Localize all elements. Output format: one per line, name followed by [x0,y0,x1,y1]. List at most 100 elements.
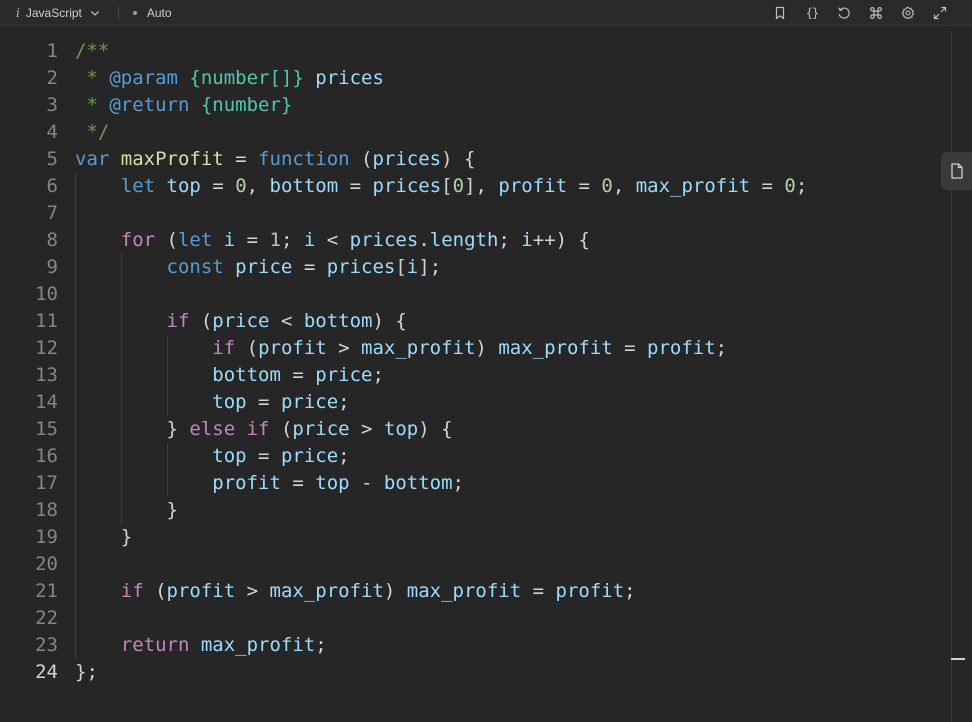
line-number: 4 [46,121,58,143]
code-token: price [212,310,270,332]
code-token: ; [372,364,384,386]
code-line: let top = 0, bottom = prices[0], profit … [75,173,808,200]
code-token: bottom [269,175,339,197]
code-token: , [246,175,270,197]
code-token: ; [624,580,636,602]
line-number: 8 [46,229,58,251]
code-token: > [326,337,362,359]
bookmark-icon [775,6,785,20]
language-selector[interactable]: i JavaScript [16,0,100,26]
code-token: if [212,337,236,359]
code-token: } [75,526,133,548]
dot-icon [132,10,137,15]
code-token: bottom [303,310,373,332]
code-token: price [280,391,339,413]
auto-mode-selector[interactable]: Auto [132,5,172,20]
code-token: @param [109,67,178,89]
code-token: function [258,148,350,170]
editor-scrollbar[interactable] [951,31,972,722]
code-line: return max_profit; [75,632,807,659]
code-token: ( [235,337,259,359]
code-token: if [120,580,144,602]
code-token: < [315,229,350,251]
code-token: prices [372,148,442,170]
code-token: ; [338,391,350,413]
code-token: bottom [383,472,453,494]
code-token: let [177,229,213,251]
code-token: ) [383,580,407,602]
code-token: price [292,418,350,440]
code-line: /** [75,38,807,65]
code-token: price [315,364,373,386]
line-number: 5 [46,148,58,170]
code-line: if (profit > max_profit) max_profit = pr… [75,578,807,605]
code-token: , [612,175,636,197]
code-token: }; [75,661,98,683]
code-token: = [338,175,373,197]
code-line: if (price < bottom) { [75,308,807,335]
line-number: 2 [46,67,58,89]
code-token: i [303,229,316,251]
editor-toolbar: i JavaScript Auto {} [0,0,972,26]
code-token: ], [464,175,499,197]
code-token: = [567,175,602,197]
code-token: 1 [269,229,281,251]
code-token: ( [349,148,373,170]
code-token: } [75,418,190,440]
line-number: 15 [35,418,58,440]
line-number: 21 [35,580,58,602]
code-token: 0 [784,175,796,197]
reset-code-button[interactable] [836,5,852,21]
code-token: ++) { [532,229,590,251]
line-number: 1 [46,40,58,62]
code-token: 0 [601,175,613,197]
code-area[interactable]: 1 2 3 4 5 6 7 8 9 10 11 12 13 14 15 16 17 18 19 20 21 22 23 24 … [0,31,951,722]
bookmark-button[interactable] [772,5,788,21]
code-line: */ [75,119,807,146]
fullscreen-button[interactable] [932,5,948,21]
code-token: prices [372,175,442,197]
code-line: top = price; [75,389,807,416]
code-line: const price = prices[i]; [75,254,807,281]
file-panel-tab[interactable] [941,152,972,190]
indent-guide [166,443,168,497]
line-number: 20 [35,553,58,575]
toolbar-divider [117,6,119,19]
code-token: = [246,391,281,413]
line-number: 23 [35,634,58,656]
shortcuts-button[interactable] [868,5,884,21]
code-token: ]; [418,256,442,278]
code-token: = [612,337,648,359]
indent-guide [75,173,76,659]
line-number: 14 [35,391,58,413]
code-token: = [246,445,281,467]
code-token: else [189,418,236,440]
line-number: 11 [35,310,58,332]
code-token: */ [75,121,110,143]
code-token: @return [109,94,190,116]
code-token: profit [212,472,281,494]
code-token: = [223,148,259,170]
braces-icon: {} [805,6,819,20]
settings-button[interactable] [900,5,916,21]
code-token: profit [166,580,236,602]
code-token: ( [189,310,213,332]
code-token: max_profit [269,580,384,602]
code-token: prices [326,256,396,278]
line-number: 6 [46,175,58,197]
code-token: if [166,310,190,332]
code-token: = [280,472,316,494]
code-token: profit [258,337,327,359]
code-line: top = price; [75,443,807,470]
auto-mode-label: Auto [146,5,172,20]
format-code-button[interactable]: {} [804,5,820,21]
code-token: ( [269,418,293,440]
code-content[interactable]: /** * @param {number[]} prices * @return… [75,38,807,686]
